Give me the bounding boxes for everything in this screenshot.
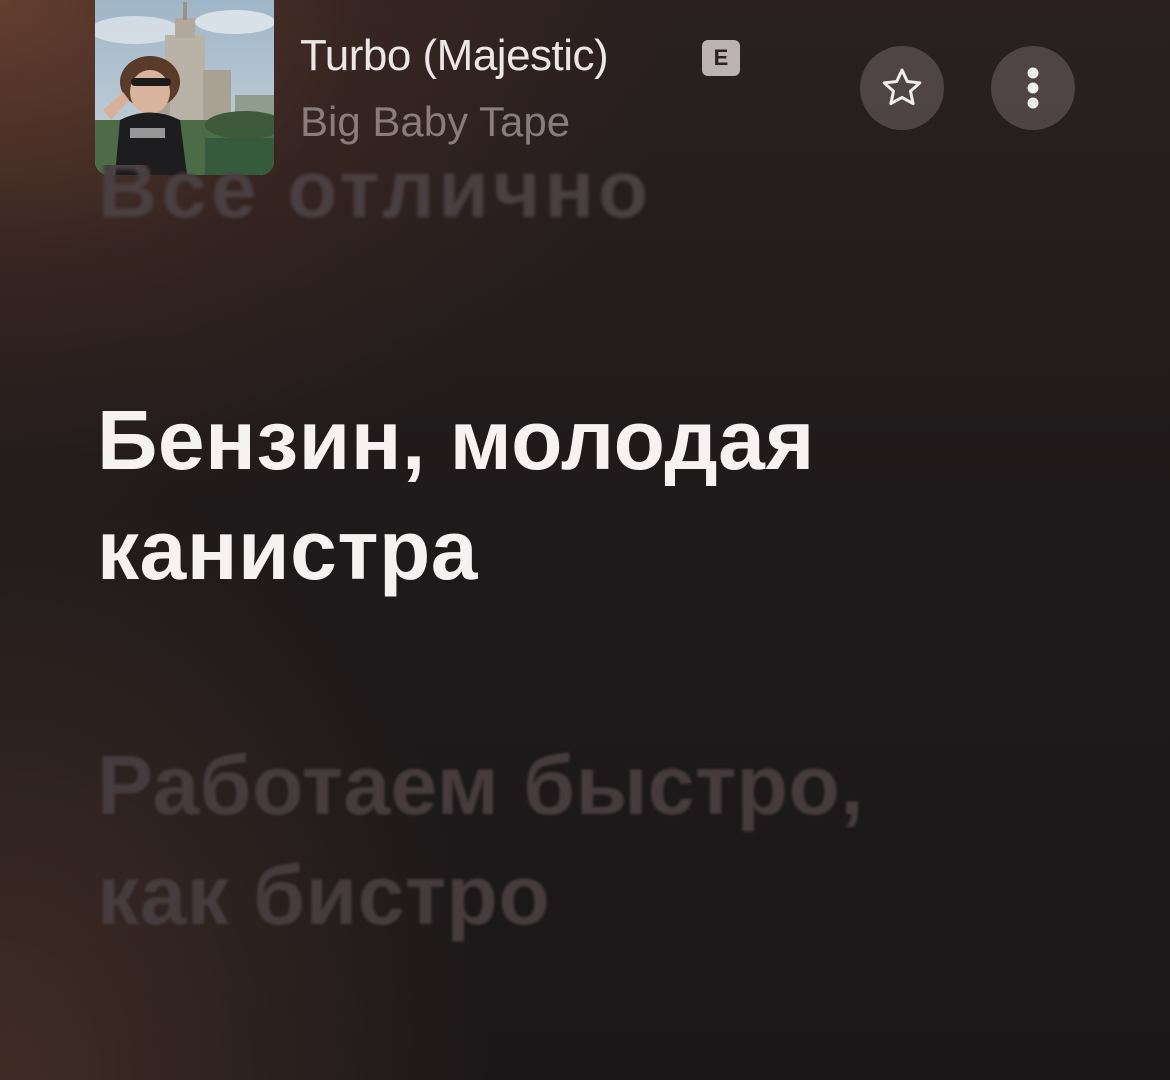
more-options-button[interactable]: [991, 46, 1075, 130]
vertical-ellipsis-icon: [1027, 67, 1039, 109]
lyric-line-current[interactable]: Бензин, молодая канистра: [97, 385, 1097, 605]
lyric-line-previous[interactable]: Все отлично: [98, 165, 798, 243]
lyric-line-previous-text: Все отлично: [98, 165, 653, 235]
track-title[interactable]: Turbo (Majestic): [300, 30, 609, 82]
lyric-line-next[interactable]: Работаем быстро, как бистро: [97, 730, 1097, 950]
favorite-button[interactable]: [860, 46, 944, 130]
album-cover-image: [95, 0, 274, 175]
album-cover[interactable]: [95, 0, 274, 175]
explicit-badge: E: [702, 40, 740, 76]
now-playing-header: Turbo (Majestic) E Big Baby Tape: [0, 0, 1170, 190]
artist-name[interactable]: Big Baby Tape: [300, 96, 570, 148]
star-outline-icon: [882, 68, 922, 106]
